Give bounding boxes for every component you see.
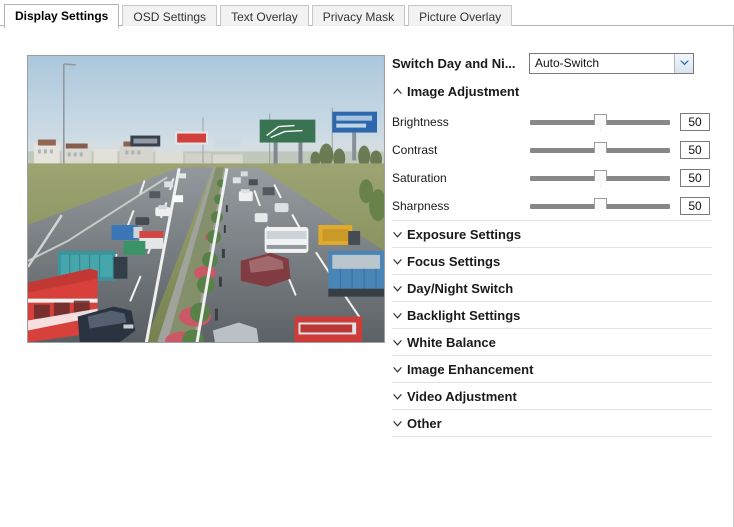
section-title-backlight-settings: Backlight Settings xyxy=(407,307,521,323)
slider-brightness[interactable] xyxy=(530,112,670,132)
slider-label-brightness: Brightness xyxy=(392,115,449,129)
highway-scene-image xyxy=(28,56,384,342)
switch-day-night-select[interactable]: Auto-Switch xyxy=(529,52,694,74)
settings-content-area: Switch Day and Ni... Auto-Switch Image A… xyxy=(0,26,734,527)
slider-label-sharpness: Sharpness xyxy=(392,199,450,213)
chevron-down-icon xyxy=(392,339,402,346)
chevron-down-icon xyxy=(392,366,402,373)
section-header-other[interactable]: Other xyxy=(392,410,712,436)
slider-value-sharpness[interactable]: 50 xyxy=(680,197,710,215)
section-title-focus-settings: Focus Settings xyxy=(407,253,501,269)
section-title-image-adjustment: Image Adjustment xyxy=(407,83,520,99)
slider-sharpness[interactable] xyxy=(530,196,670,216)
chevron-down-icon xyxy=(392,285,402,292)
section-header-image-enhancement[interactable]: Image Enhancement xyxy=(392,356,712,382)
slider-row-contrast: Contrast 50 xyxy=(392,136,712,164)
collapsible-sections: Exposure Settings Focus Settings Day/Night… xyxy=(392,220,712,437)
tab-text-overlay[interactable]: Text Overlay xyxy=(220,5,309,27)
slider-value-contrast[interactable]: 50 xyxy=(680,141,710,159)
section-title-video-adjustment: Video Adjustment xyxy=(407,388,517,404)
chevron-down-icon xyxy=(392,231,402,238)
slider-value-saturation[interactable]: 50 xyxy=(680,169,710,187)
section-header-focus-settings[interactable]: Focus Settings xyxy=(392,248,712,274)
image-settings-panel: Switch Day and Ni... Auto-Switch Image A… xyxy=(392,48,712,437)
section-separator xyxy=(392,436,712,437)
image-adjustment-sliders: Brightness 50 Contrast 50 Saturation 50 Sharpn… xyxy=(392,104,712,220)
tab-picture-overlay[interactable]: Picture Overlay xyxy=(408,5,513,27)
chevron-down-icon xyxy=(392,312,402,319)
section-header-video-adjustment[interactable]: Video Adjustment xyxy=(392,383,712,409)
display-settings-page: Display Settings OSD Settings Text Overlay… xyxy=(0,0,734,527)
slider-row-saturation: Saturation 50 xyxy=(392,164,712,192)
slider-value-brightness[interactable]: 50 xyxy=(680,113,710,131)
tab-bar: Display Settings OSD Settings Text Overlay… xyxy=(0,0,734,28)
section-header-backlight-settings[interactable]: Backlight Settings xyxy=(392,302,712,328)
video-preview[interactable] xyxy=(27,55,385,343)
chevron-up-icon xyxy=(392,87,402,95)
slider-contrast[interactable] xyxy=(530,140,670,160)
tab-list: Display Settings OSD Settings Text Overlay… xyxy=(4,2,515,28)
chevron-down-icon[interactable] xyxy=(674,53,693,73)
section-header-exposure-settings[interactable]: Exposure Settings xyxy=(392,221,712,247)
slider-saturation[interactable] xyxy=(530,168,670,188)
section-title-white-balance: White Balance xyxy=(407,334,496,350)
section-title-exposure-settings: Exposure Settings xyxy=(407,226,522,242)
tab-osd-settings[interactable]: OSD Settings xyxy=(122,5,218,27)
section-header-image-adjustment[interactable]: Image Adjustment xyxy=(392,78,712,104)
section-title-image-enhancement: Image Enhancement xyxy=(407,361,534,377)
switch-day-night-value: Auto-Switch xyxy=(535,56,600,70)
slider-row-brightness: Brightness 50 xyxy=(392,108,712,136)
section-header-white-balance[interactable]: White Balance xyxy=(392,329,712,355)
chevron-down-icon xyxy=(392,393,402,400)
chevron-down-icon xyxy=(392,258,402,265)
section-title-day-night-switch: Day/Night Switch xyxy=(407,280,514,296)
section-image-adjustment: Image Adjustment Brightness 50 Contrast 50 S… xyxy=(392,78,712,220)
tab-display-settings[interactable]: Display Settings xyxy=(4,4,120,28)
slider-handle[interactable] xyxy=(594,197,607,215)
chevron-down-icon xyxy=(392,420,402,427)
switch-day-night-label: Switch Day and Ni... xyxy=(392,55,516,71)
section-title-other: Other xyxy=(407,415,442,431)
slider-label-saturation: Saturation xyxy=(392,171,447,185)
slider-handle[interactable] xyxy=(594,141,607,159)
switch-day-night-row: Switch Day and Ni... Auto-Switch xyxy=(392,48,712,78)
slider-label-contrast: Contrast xyxy=(392,143,438,157)
section-header-day-night-switch[interactable]: Day/Night Switch xyxy=(392,275,712,301)
slider-handle[interactable] xyxy=(594,113,607,131)
slider-handle[interactable] xyxy=(594,169,607,187)
slider-row-sharpness: Sharpness 50 xyxy=(392,192,712,220)
tab-privacy-mask[interactable]: Privacy Mask xyxy=(311,5,406,27)
